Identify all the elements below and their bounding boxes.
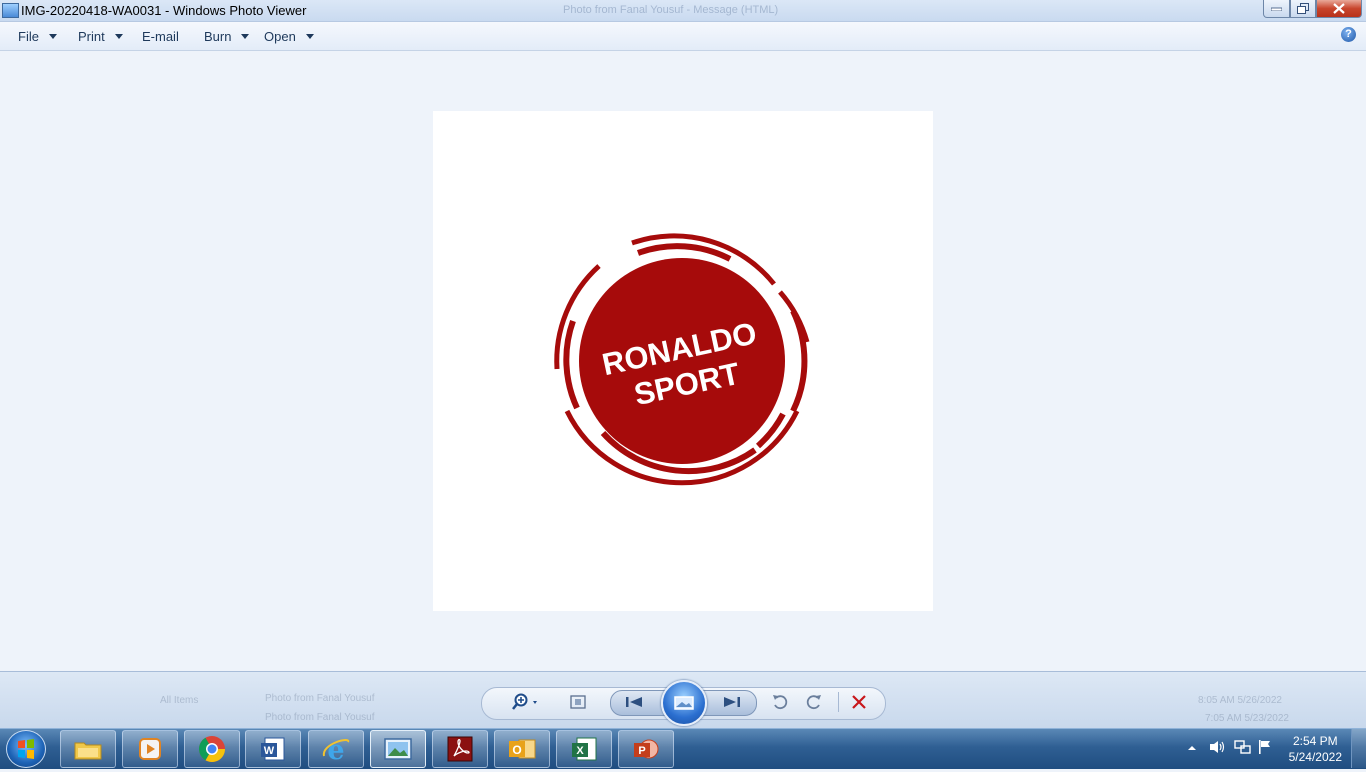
rotate-counterclockwise-button[interactable] <box>770 693 790 711</box>
background-time-2: 7:05 AM 5/23/2022 <box>1205 713 1289 724</box>
background-row-1: Photo from Fanal Yousuf <box>265 693 375 704</box>
restore-icon <box>1297 3 1309 14</box>
chevron-down-icon <box>305 34 314 39</box>
photo-viewer-app-icon[interactable] <box>2 3 19 18</box>
taskbar-outlook[interactable]: O <box>494 730 550 768</box>
delete-button[interactable] <box>849 693 869 711</box>
background-all-items: All Items <box>160 695 199 706</box>
rotate-left-icon <box>773 695 788 710</box>
network-icon <box>1234 740 1251 754</box>
previous-icon <box>626 697 642 707</box>
print-menu-label: Print <box>78 29 105 44</box>
svg-text:O: O <box>512 743 521 757</box>
photo-viewer-icon <box>384 738 412 760</box>
clock-date: 5/24/2022 <box>1288 750 1342 764</box>
acrobat-icon <box>447 736 473 762</box>
help-icon[interactable]: ? <box>1341 27 1356 42</box>
slideshow-button[interactable] <box>661 680 707 726</box>
email-menu[interactable]: E-mail <box>142 29 179 44</box>
background-time-1: 8:05 AM 5/26/2022 <box>1198 695 1282 706</box>
next-button[interactable] <box>722 693 742 711</box>
close-icon <box>1333 3 1345 14</box>
restore-button[interactable] <box>1290 0 1316 18</box>
chevron-down-icon <box>241 34 250 39</box>
excel-icon: X <box>572 737 597 761</box>
taskbar-windows-explorer[interactable] <box>60 730 116 768</box>
powerpoint-icon: P <box>634 739 659 759</box>
background-row-2: Photo from Fanal Yousuf <box>265 712 375 723</box>
title-bar: IMG-20220418-WA0031 - Windows Photo View… <box>0 0 1366 22</box>
word-icon: W <box>261 737 285 761</box>
folder-icon <box>74 742 102 760</box>
zoom-button[interactable] <box>510 693 540 711</box>
taskbar-media-player[interactable] <box>122 730 178 768</box>
window-title: IMG-20220418-WA0031 - Windows Photo View… <box>21 3 307 18</box>
internet-explorer-icon: e <box>322 735 350 764</box>
displayed-photo: RONALDO SPORT <box>433 111 933 611</box>
start-button[interactable] <box>6 730 46 768</box>
ronaldo-sport-logo: RONALDO SPORT <box>554 233 810 486</box>
minimize-icon <box>1271 7 1282 11</box>
show-hidden-icons-button[interactable] <box>1187 740 1197 758</box>
media-player-icon <box>139 738 161 760</box>
volume-button[interactable] <box>1208 739 1226 760</box>
show-desktop-button[interactable] <box>1351 729 1366 768</box>
taskbar-acrobat[interactable] <box>432 730 488 768</box>
background-window-title: Photo from Fanal Yousuf - Message (HTML) <box>563 4 779 16</box>
taskbar-powerpoint[interactable]: P <box>618 730 674 768</box>
taskbar-internet-explorer[interactable]: e <box>308 730 364 768</box>
toolbar-separator <box>838 692 839 712</box>
svg-text:W: W <box>264 745 275 757</box>
system-clock[interactable]: 2:54 PM 5/24/2022 <box>1289 733 1342 765</box>
burn-menu-label: Burn <box>204 29 232 44</box>
rotate-clockwise-button[interactable] <box>804 693 824 711</box>
open-menu[interactable]: Open <box>264 29 314 44</box>
windows-logo-icon <box>18 739 34 759</box>
minimize-button[interactable] <box>1263 0 1290 18</box>
taskbar-word[interactable]: W <box>245 730 301 768</box>
chevron-down-icon <box>114 34 123 39</box>
slideshow-icon <box>674 696 694 710</box>
open-menu-label: Open <box>264 29 296 44</box>
taskbar-photo-viewer[interactable] <box>370 730 426 768</box>
print-menu[interactable]: Print <box>78 29 123 44</box>
delete-icon <box>852 695 866 709</box>
action-center-button[interactable] <box>1257 739 1273 760</box>
file-menu[interactable]: File <box>18 29 57 44</box>
file-menu-label: File <box>18 29 39 44</box>
chevron-down-icon <box>48 34 57 39</box>
svg-text:P: P <box>638 745 645 757</box>
previous-button[interactable] <box>624 693 644 711</box>
taskbar-excel[interactable]: X <box>556 730 612 768</box>
chrome-icon <box>198 736 226 763</box>
chevron-up-icon <box>1188 746 1196 750</box>
email-menu-label: E-mail <box>142 29 179 44</box>
menu-bar: File Print E-mail Burn Open ? <box>0 22 1366 51</box>
next-icon <box>724 697 740 707</box>
outlook-icon: O <box>509 739 536 759</box>
taskbar-chrome[interactable] <box>184 730 240 768</box>
network-button[interactable] <box>1233 739 1251 760</box>
close-button[interactable] <box>1316 0 1362 18</box>
svg-text:X: X <box>576 745 584 757</box>
flag-icon <box>1259 740 1270 754</box>
burn-menu[interactable]: Burn <box>204 29 250 44</box>
speaker-icon <box>1210 741 1225 753</box>
clock-time: 2:54 PM <box>1292 734 1338 748</box>
zoom-icon <box>512 693 537 710</box>
actual-size-icon <box>570 695 586 709</box>
rotate-right-icon <box>806 695 821 710</box>
actual-size-button[interactable] <box>568 693 588 711</box>
